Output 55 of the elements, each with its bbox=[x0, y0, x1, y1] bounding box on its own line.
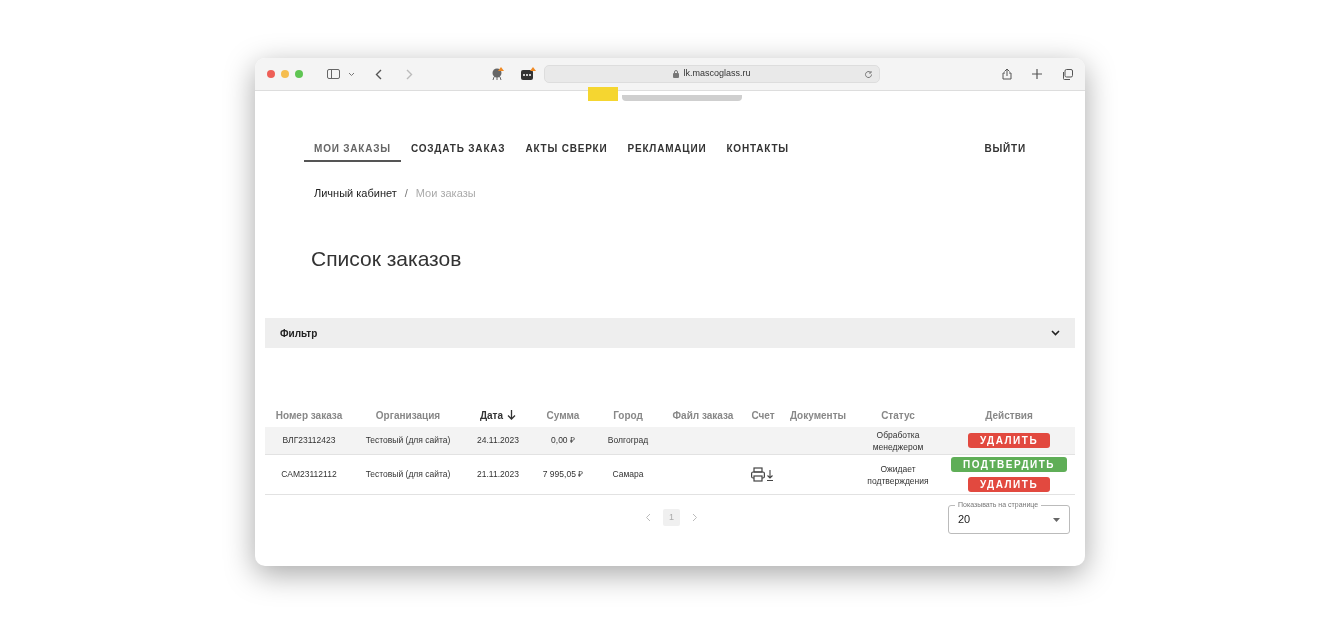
table-cell: 24.11.2023 bbox=[477, 434, 519, 447]
url-text: lk.mascoglass.ru bbox=[683, 67, 751, 81]
table-row[interactable]: ВЛГ23112423 Тестовый (для сайта) 24.11.2023 0,00 ₽ Волгоград Обработка менеджером УДАЛИТЬ bbox=[265, 427, 1075, 455]
tabs-icon[interactable] bbox=[1062, 68, 1073, 80]
table-row[interactable]: САМ23112112 Тестовый (для сайта) 21.11.2023 7 995,05 ₽ Самара Ожидает подтверждения ПОДТВЕРДИТЬ УДАЛИТЬ bbox=[265, 455, 1075, 495]
delete-button[interactable]: УДАЛИТЬ bbox=[967, 477, 1051, 492]
table-cell: Тестовый (для сайта) bbox=[365, 434, 451, 447]
filter-panel[interactable]: Фильтр bbox=[265, 318, 1075, 348]
column-header[interactable]: Организация bbox=[375, 407, 441, 423]
lock-icon bbox=[673, 70, 680, 78]
nav-tab[interactable]: СОЗДАТЬ ЗАКАЗ bbox=[400, 136, 516, 162]
extension-icon[interactable] bbox=[491, 67, 505, 81]
sort-arrow-icon bbox=[507, 410, 517, 420]
column-header[interactable]: Файл заказа bbox=[672, 407, 734, 423]
table-cell: САМ23112112 bbox=[281, 468, 337, 481]
table-cell: 7 995,05 ₽ bbox=[542, 468, 584, 481]
column-header[interactable]: Документы bbox=[789, 407, 847, 423]
delete-button[interactable]: УДАЛИТЬ bbox=[967, 433, 1051, 448]
dropdown-arrow-icon bbox=[1053, 517, 1060, 522]
share-icon[interactable] bbox=[1002, 68, 1012, 80]
table-cell: 0,00 ₽ bbox=[551, 434, 575, 447]
column-header[interactable]: Действия bbox=[985, 407, 1033, 423]
nav-tab[interactable]: АКТЫ СВЕРКИ bbox=[515, 136, 618, 162]
plus-icon[interactable] bbox=[1032, 69, 1042, 79]
table-cell: 21.11.2023 bbox=[477, 468, 519, 481]
table-cell: Самара bbox=[612, 468, 644, 481]
column-header[interactable]: Счет bbox=[751, 407, 775, 423]
nav-tab[interactable]: РЕКЛАМАЦИИ bbox=[617, 136, 717, 162]
print-download-icon[interactable] bbox=[751, 467, 775, 482]
table-cell: ВЛГ23112423 bbox=[282, 434, 336, 447]
breadcrumb-link[interactable]: Личный кабинет bbox=[314, 185, 397, 202]
logout-link[interactable]: ВЫЙТИ bbox=[984, 136, 1036, 162]
page-title: Список заказов bbox=[310, 245, 463, 272]
reload-icon[interactable] bbox=[864, 69, 873, 79]
nav-tab[interactable]: МОИ ЗАКАЗЫ bbox=[304, 136, 401, 162]
column-header[interactable]: Номер заказа bbox=[275, 407, 343, 423]
column-header[interactable]: Дата bbox=[479, 407, 504, 423]
column-header[interactable]: Город bbox=[613, 407, 643, 423]
column-header[interactable]: Сумма bbox=[546, 407, 580, 423]
sidebar-icon[interactable] bbox=[327, 69, 340, 79]
back-icon[interactable] bbox=[375, 68, 382, 80]
table-cell: Тестовый (для сайта) bbox=[365, 468, 451, 481]
column-header[interactable]: Статус bbox=[881, 407, 915, 423]
page-size-value: 20 bbox=[958, 512, 971, 528]
extension-icon[interactable] bbox=[521, 67, 536, 81]
address-bar[interactable]: lk.mascoglass.ru bbox=[544, 65, 880, 83]
filter-label: Фильтр bbox=[280, 326, 318, 341]
breadcrumb-current: Мои заказы bbox=[415, 186, 476, 201]
chevron-down-icon[interactable] bbox=[348, 71, 355, 77]
status-text: Ожидает подтверждения bbox=[866, 462, 930, 487]
status-text: Обработка менеджером bbox=[871, 428, 925, 453]
close-icon[interactable] bbox=[267, 70, 275, 78]
breadcrumb-separator: / bbox=[404, 186, 408, 201]
table-cell: Волгоград bbox=[607, 434, 649, 447]
nav-tab[interactable]: КОНТАКТЫ bbox=[716, 136, 799, 162]
